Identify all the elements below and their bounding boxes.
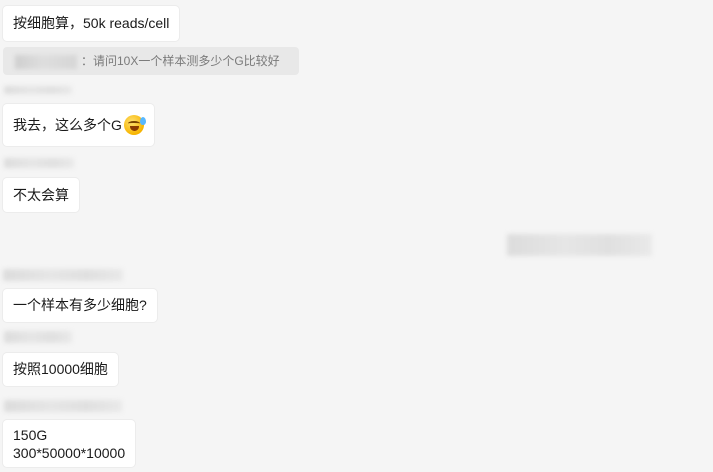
redacted-sender-name — [4, 331, 72, 343]
redacted-sender-name — [4, 400, 122, 412]
redacted-sender-name — [15, 54, 77, 69]
message-text: 不太会算 — [13, 187, 69, 203]
message-bubble[interactable]: 我去，这么多个G — [3, 104, 154, 146]
message-bubble[interactable]: 按细胞算，50k reads/cell — [3, 6, 180, 41]
message-bubble[interactable]: 150G 300*50000*10000 — [3, 420, 136, 467]
quoted-message-text: ：请问10X一个样本测多少个G比较好 — [81, 54, 280, 68]
redacted-timestamp — [507, 234, 652, 256]
message-text-line: 300*50000*10000 — [13, 445, 126, 461]
tear-drop-icon — [139, 117, 146, 126]
message-text-line: 150G — [13, 427, 48, 443]
message-bubble[interactable]: 不太会算 — [3, 178, 79, 212]
message-bubble[interactable]: 按照10000细胞 — [3, 353, 118, 386]
redacted-sender-name — [4, 158, 74, 168]
redacted-sender-name — [4, 86, 72, 94]
redacted-sender-name — [3, 269, 123, 281]
rolling-on-floor-laughing-icon — [123, 115, 146, 136]
message-text: 我去，这么多个G — [13, 117, 122, 133]
message-text: 按照10000细胞 — [13, 361, 108, 377]
message-bubble[interactable]: 一个样本有多少细胞? — [3, 289, 157, 322]
message-text: 一个样本有多少细胞? — [13, 297, 147, 313]
quoted-message[interactable]: ：请问10X一个样本测多少个G比较好 — [3, 47, 299, 75]
message-text: 按细胞算，50k reads/cell — [13, 15, 170, 31]
